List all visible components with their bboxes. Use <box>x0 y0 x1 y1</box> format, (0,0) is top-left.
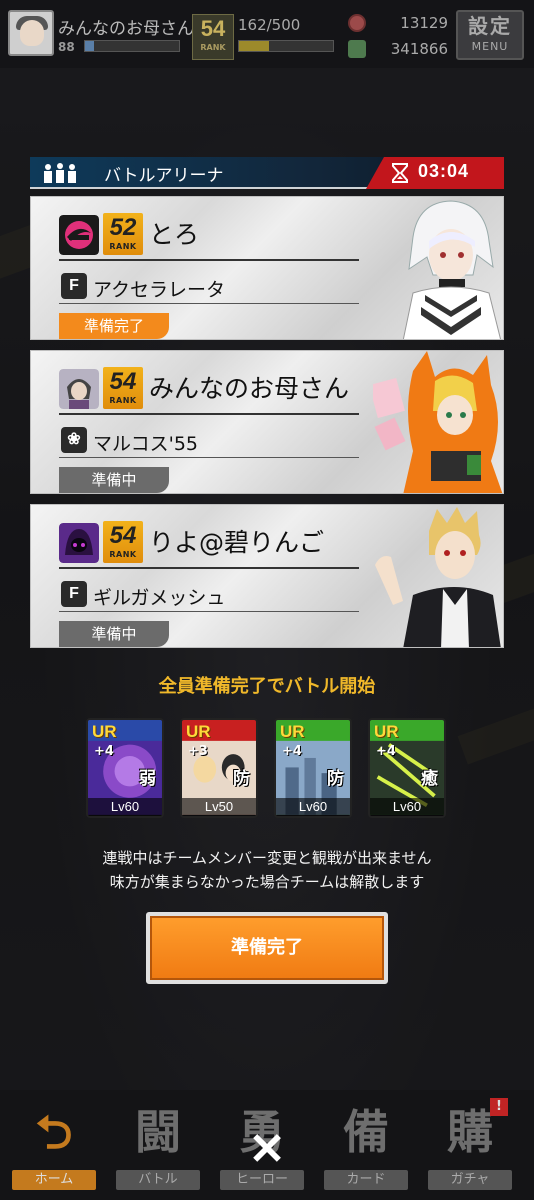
player-name: みんなのお母さん <box>58 19 194 39</box>
character-type-icon: F <box>61 273 87 299</box>
character-portrait <box>375 507 501 647</box>
player-avatar[interactable] <box>8 10 54 56</box>
flower-icon: ❀ <box>61 427 87 453</box>
player-row: 54 RANK りよ@碧りんご F ギルガメッシュ 準備中 <box>30 504 504 648</box>
home-icon: ⮌ <box>35 1105 73 1159</box>
player-name: みんなのお母さん <box>149 374 350 403</box>
close-icon[interactable]: ✕ <box>247 1128 287 1172</box>
nav-card[interactable]: 備 カード <box>318 1098 414 1190</box>
menu-button[interactable]: 設定 MENU <box>456 10 524 60</box>
countdown-timer: 03:04 <box>418 161 470 181</box>
character-portrait <box>373 351 503 493</box>
exp-bar <box>84 40 180 52</box>
gem-count: 341866 <box>390 40 448 58</box>
player-name: とろ <box>149 220 200 249</box>
arena-title: バトルアリーナ <box>104 166 224 186</box>
player-avatar-icon <box>59 215 99 255</box>
battle-icon: 闘 <box>135 1105 181 1159</box>
card-slot[interactable]: UR +4 癒 Lv60 <box>368 718 446 818</box>
character-name: アクセラレータ <box>93 279 226 301</box>
deck-cards: UR +4 弱 Lv60 UR +3 防 Lv50 UR +4 防 Lv60 U… <box>86 718 456 818</box>
character-type-icon: F <box>61 581 87 607</box>
card-icon: 備 <box>343 1105 389 1159</box>
character-portrait <box>402 200 502 339</box>
notification-badge: ! <box>490 1098 508 1116</box>
nav-home[interactable]: ⮌ ホーム <box>6 1098 102 1190</box>
status-bar: みんなのお母さん 88 54 RANK 162/500 13129 341866… <box>0 0 534 68</box>
ready-button[interactable]: 準備完了 <box>146 912 388 984</box>
rank-badge: 52 RANK <box>103 213 143 255</box>
character-name: マルコス'55 <box>93 433 199 455</box>
status-badge: 準備完了 <box>59 313 169 339</box>
rank-badge: 54 RANK <box>192 14 234 60</box>
player-row: 54 RANK みんなのお母さん ❀ マルコス'55 準備中 <box>30 350 504 494</box>
status-badge: 準備中 <box>59 621 169 647</box>
card-slot[interactable]: UR +4 弱 Lv60 <box>86 718 164 818</box>
card-slot[interactable]: UR +4 防 Lv60 <box>274 718 352 818</box>
rank-badge: 54 RANK <box>103 521 143 563</box>
card-slot[interactable]: UR +3 防 Lv50 <box>180 718 258 818</box>
hourglass-icon <box>392 163 408 183</box>
player-avatar-icon <box>59 369 99 409</box>
player-level: 88 <box>58 40 75 54</box>
coin-icon <box>348 14 366 32</box>
player-avatar-icon <box>59 523 99 563</box>
character-name: ギルガメッシュ <box>93 587 226 609</box>
arena-panel-header: バトルアリーナ 03:04 <box>30 157 504 189</box>
gem-icon <box>348 40 366 58</box>
battle-rules-notice: 連戦中はチームメンバー変更と観戦が出来ません 味方が集まらなかった場合チームは解… <box>102 849 432 891</box>
coin-count: 13129 <box>400 14 448 32</box>
team-icon <box>44 163 76 183</box>
stamina-text: 162/500 <box>238 16 301 34</box>
nav-battle[interactable]: 闘 バトル <box>110 1098 206 1190</box>
player-row: 52 RANK とろ F アクセラレータ 準備完了 <box>30 196 504 340</box>
timer-box: 03:04 <box>366 157 504 189</box>
rank-badge: 54 RANK <box>103 367 143 409</box>
start-condition-notice: 全員準備完了でバトル開始 <box>158 676 376 697</box>
status-badge: 準備中 <box>59 467 169 493</box>
stamina-bar <box>238 40 334 52</box>
player-name: りよ@碧りんご <box>149 528 325 557</box>
nav-gacha[interactable]: 購 ガチャ ! <box>422 1098 518 1190</box>
